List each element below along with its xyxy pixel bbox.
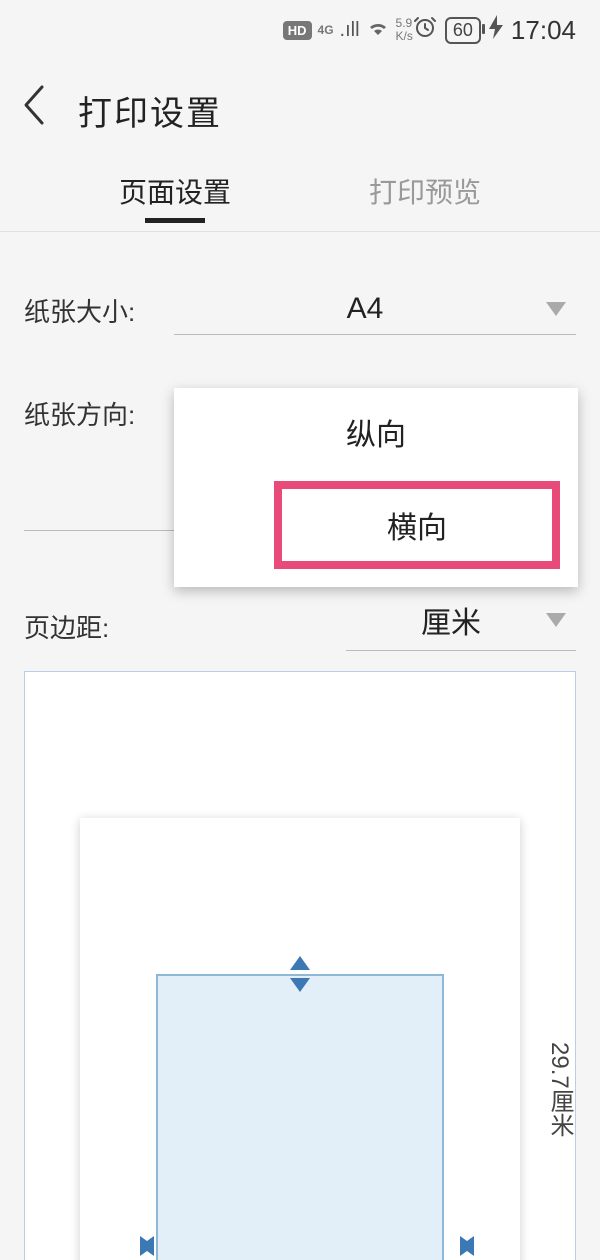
clock-time: 17:04 (511, 15, 576, 46)
margin-label: 页边距: (24, 608, 174, 651)
margin-box[interactable] (156, 974, 444, 1260)
caret-right-icon (460, 1236, 474, 1256)
tab-page-setup[interactable]: 页面设置 (50, 171, 300, 221)
caret-right-icon (140, 1236, 154, 1256)
row-margin: 页边距: 厘米 (0, 598, 600, 651)
margin-unit-value: 厘米 (356, 598, 546, 642)
tab-print-preview[interactable]: 打印预览 (300, 171, 550, 221)
paper-size-select[interactable]: A4 (174, 292, 576, 335)
chevron-down-icon (546, 302, 566, 316)
page-height-label: 29.7厘米 (542, 1042, 576, 1137)
status-bar: HD 4G .ıll 5.9 K/s 60 17:04 (0, 0, 600, 60)
preview-page (80, 818, 520, 1260)
margin-handle-top-down-icon[interactable] (290, 978, 310, 992)
tabs: 页面设置 打印预览 (0, 160, 600, 232)
margin-preview: 29.7厘米 (24, 671, 576, 1260)
orientation-dropdown: 纵向 横向 (174, 388, 578, 587)
back-icon[interactable] (20, 83, 48, 137)
network-speed: 5.9 K/s (396, 17, 413, 42)
alarm-icon (413, 15, 437, 45)
hd-icon: HD (283, 21, 312, 40)
dropdown-option-landscape[interactable]: 横向 (274, 481, 560, 569)
row-paper-size: 纸张大小: A4 (24, 292, 576, 335)
margin-handle-top-up-icon[interactable] (290, 956, 310, 970)
wifi-icon (366, 17, 390, 43)
dropdown-option-portrait[interactable]: 纵向 (174, 388, 578, 476)
paper-size-value: A4 (184, 292, 546, 326)
chevron-down-icon (546, 613, 566, 627)
page-title: 打印设置 (78, 86, 222, 135)
battery-icon: 60 (445, 17, 481, 44)
signal-icon: .ıll (340, 19, 360, 42)
title-bar: 打印设置 (0, 60, 600, 160)
paper-size-label: 纸张大小: (24, 292, 174, 335)
margin-unit-select[interactable]: 厘米 (346, 598, 576, 651)
paper-orientation-label: 纸张方向: (24, 395, 174, 438)
signal-4g-icon: 4G (318, 23, 334, 37)
charging-icon (489, 15, 503, 45)
